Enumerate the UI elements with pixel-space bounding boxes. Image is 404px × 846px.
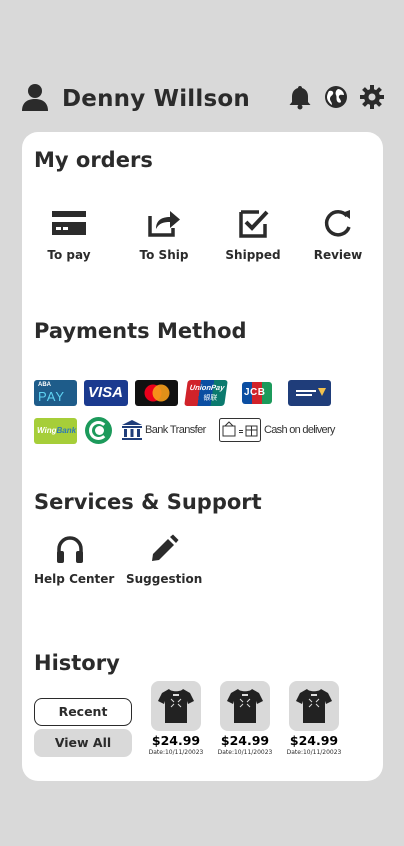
mastercard-icon (144, 384, 170, 402)
product-thumbnail (289, 681, 339, 731)
order-review[interactable]: Review (298, 208, 378, 264)
cash-icon (219, 418, 261, 442)
payment-mastercard[interactable] (135, 380, 178, 406)
history-price: $24.99 (220, 733, 270, 748)
user-name: Denny Willson (62, 86, 250, 112)
tshirt-icon (227, 689, 263, 723)
globe-icon[interactable] (323, 84, 349, 110)
visa-label: VISA (88, 384, 124, 401)
gear-icon[interactable] (359, 84, 385, 110)
payments-title: Payments Method (34, 319, 247, 343)
order-to-ship[interactable]: To Ship (124, 208, 204, 264)
help-center-label: Help Center (34, 572, 115, 586)
orders-title: My orders (34, 148, 153, 172)
bank-icon (122, 420, 142, 440)
view-all-button[interactable]: View All (34, 729, 132, 757)
payment-jcb[interactable]: JCB (242, 380, 272, 406)
card-icon (52, 211, 86, 235)
user-icon[interactable] (20, 82, 50, 112)
aba-label: ABA (38, 382, 51, 388)
history-item[interactable]: $24.99 Date:10/11/20023 (286, 681, 342, 756)
payment-wing[interactable]: WingBank (34, 418, 77, 444)
product-thumbnail (220, 681, 270, 731)
payment-visa[interactable]: VISA (84, 380, 128, 406)
jcb-label: JCB (244, 387, 266, 398)
help-center-button[interactable]: Help Center (34, 534, 115, 586)
history-title: History (34, 651, 120, 675)
product-thumbnail (151, 681, 201, 731)
payment-unionpay[interactable]: UnionPay 银联 (184, 380, 228, 406)
aba-pay-label: PAY (38, 389, 66, 404)
unionpay-cn-label: 银联 (202, 395, 218, 402)
payment-acleda[interactable] (288, 380, 331, 406)
order-to-pay[interactable]: To pay (29, 208, 109, 264)
history-date: Date:10/11/20023 (217, 749, 273, 756)
history-price: $24.99 (151, 733, 201, 748)
pencil-icon (152, 534, 179, 561)
payment-chipmong[interactable] (85, 417, 112, 444)
history-item[interactable]: $24.99 Date:10/11/20023 (217, 681, 273, 756)
history-date: Date:10/11/20023 (286, 749, 342, 756)
share-icon (148, 211, 180, 237)
services-title: Services & Support (34, 490, 262, 514)
unionpay-label: UnionPay (189, 383, 225, 392)
payment-aba[interactable]: ABA PAY (34, 380, 77, 406)
suggestion-label: Suggestion (126, 572, 203, 586)
suggestion-button[interactable]: Suggestion (126, 534, 202, 586)
profile-header: Denny Willson (0, 78, 404, 124)
headphones-icon (57, 536, 83, 563)
tshirt-icon (158, 689, 194, 723)
history-item[interactable]: $24.99 Date:10/11/20023 (148, 681, 204, 756)
account-card: My orders To pay To Ship Shipped Review (22, 132, 383, 781)
order-label: Shipped (225, 248, 281, 262)
order-label: To pay (47, 248, 91, 262)
order-label: Review (313, 248, 363, 262)
bank-transfer-label[interactable]: Bank Transfer (145, 424, 206, 436)
order-shipped[interactable]: Shipped (213, 208, 293, 264)
tshirt-icon (296, 689, 332, 723)
order-label: To Ship (139, 248, 189, 262)
checkbox-icon (239, 210, 269, 238)
refresh-icon (324, 210, 351, 237)
history-price: $24.99 (289, 733, 339, 748)
history-date: Date:10/11/20023 (148, 749, 204, 756)
cash-on-delivery-label[interactable]: Cash on delivery (264, 424, 335, 436)
bell-icon[interactable] (287, 84, 313, 110)
recent-button[interactable]: Recent (34, 698, 132, 726)
